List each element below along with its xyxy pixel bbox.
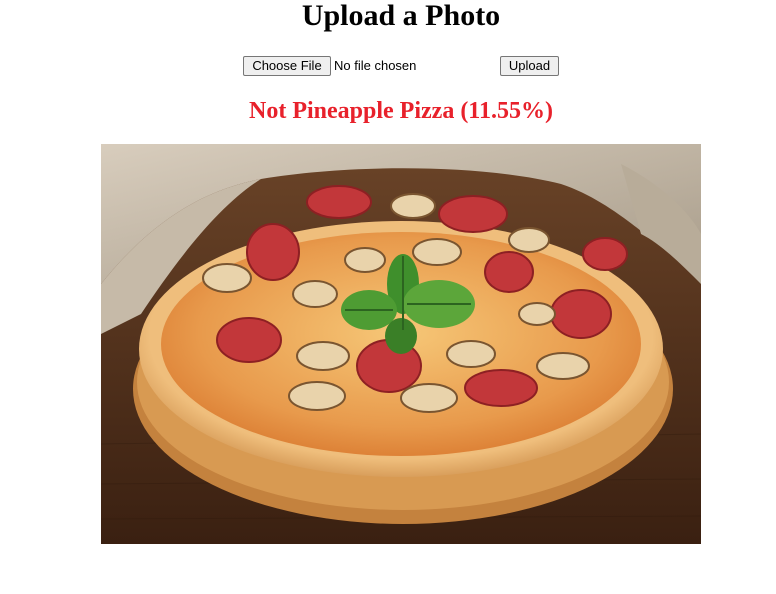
upload-form: Choose File No file chosen Upload (243, 56, 573, 78)
file-status-text: No file chosen (334, 58, 417, 73)
choose-file-button[interactable]: Choose File (243, 56, 331, 76)
page-title: Upload a Photo (301, 0, 501, 32)
upload-button[interactable]: Upload (500, 56, 559, 76)
pizza-photo (101, 144, 701, 544)
prediction-result: Not Pineapple Pizza (11.55%) (249, 98, 553, 124)
